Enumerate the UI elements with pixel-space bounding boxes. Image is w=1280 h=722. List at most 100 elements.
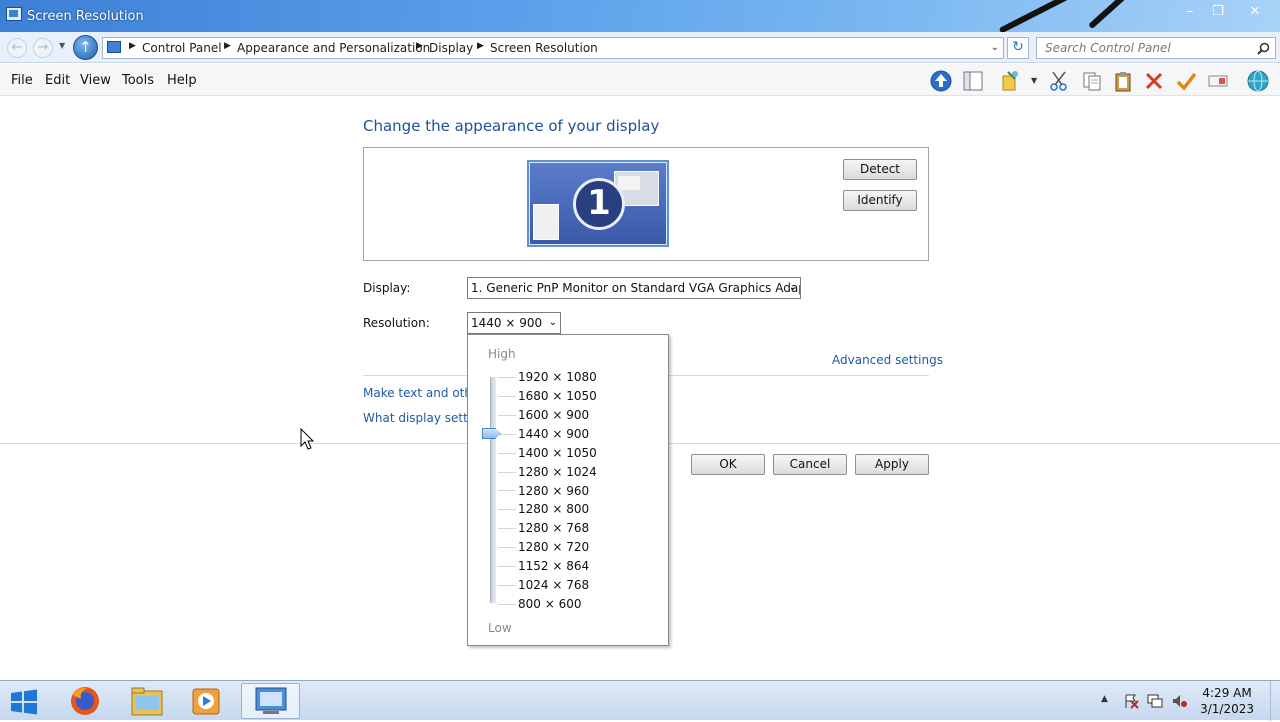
refresh-button[interactable]: ↻ [1007,37,1029,59]
breadcrumb-separator-icon: ▶ [224,41,231,51]
rename-icon[interactable] [1207,70,1229,92]
page-heading: Change the appearance of your display [363,117,660,135]
slider-tick [498,414,516,416]
resolution-select-value: 1440 × 900 [471,316,543,330]
close-button[interactable]: ✕ [1243,3,1267,21]
screen-resolution-app-icon [6,7,22,21]
display-select-value: 1. Generic PnP Monitor on Standard VGA G… [471,281,801,295]
resolution-option[interactable]: 1280 × 720 [518,540,589,554]
resolution-label: Resolution: [363,316,430,330]
slider-tick [498,566,516,567]
address-path-box[interactable]: ▶ Control Panel ▶ Appearance and Persona… [102,37,1004,59]
media-player-icon [192,688,220,715]
resolution-select[interactable]: 1440 × 900 ⌄ [467,312,561,334]
breadcrumb-screen-resolution[interactable]: Screen Resolution [490,41,598,55]
taskbar-media-player[interactable] [179,683,235,719]
copy-icon[interactable] [1081,70,1103,92]
show-desktop-button[interactable] [1270,681,1280,721]
cut-icon[interactable] [1048,70,1070,92]
file-explorer-icon [131,687,163,716]
back-button[interactable]: ← [7,38,27,58]
resolution-option[interactable]: 1680 × 1050 [518,389,597,403]
search-icon[interactable] [1257,42,1270,55]
resolution-low-label: Low [488,621,512,635]
resolution-slider-track[interactable] [490,377,496,603]
window-title: Screen Resolution [27,9,144,24]
mouse-cursor-icon [300,428,315,450]
folders-pane-icon[interactable] [962,70,984,92]
slider-tick [498,603,516,605]
breadcrumb-appearance[interactable]: Appearance and Personalization [237,41,430,55]
wallpaper-streak [998,0,1109,34]
clock-time: 4:29 AM [1202,686,1252,700]
breadcrumb-separator-icon: ▶ [416,41,423,51]
monitor-window-thumbnail [533,204,559,240]
resolution-high-label: High [488,347,516,361]
minimize-button[interactable]: – [1178,3,1202,21]
ok-button[interactable]: OK [691,454,765,475]
menu-edit[interactable]: Edit [45,73,70,88]
resolution-option-selected[interactable]: 1440 × 900 [518,427,589,441]
folder-options-icon[interactable] [1000,70,1022,92]
resolution-option[interactable]: 1152 × 864 [518,559,589,573]
taskbar-control-panel[interactable] [241,683,300,719]
resolution-option[interactable]: 1400 × 1050 [518,446,597,460]
breadcrumb-display[interactable]: Display [429,41,473,55]
volume-muted-icon[interactable] [1171,693,1187,709]
wallpaper-streak [1087,0,1152,30]
globe-icon[interactable] [1247,70,1269,92]
clock-date: 3/1/2023 [1200,702,1254,716]
identify-button[interactable]: Identify [843,190,917,211]
menu-help[interactable]: Help [167,73,197,88]
delete-icon[interactable] [1143,70,1165,92]
menu-tools[interactable]: Tools [122,73,154,88]
slider-tick [498,452,516,454]
up-button[interactable]: ↑ [73,35,98,60]
resolution-option[interactable]: 800 × 600 [518,597,582,611]
up-arrow-icon[interactable] [930,70,952,92]
show-hidden-icons-chevron-icon[interactable]: ▲ [1101,694,1108,704]
control-panel-icon [107,41,121,53]
resolution-dropdown: High 1920 × 1080 1680 × 1050 1600 × 900 … [467,334,669,646]
recent-pages-chevron-icon[interactable]: ▼ [59,41,65,50]
address-dropdown-chevron-icon[interactable]: ⌄ [991,42,999,53]
forward-button[interactable]: → [33,38,53,58]
resolution-option[interactable]: 1024 × 768 [518,578,589,592]
slider-tick [498,377,516,378]
display-label: Display: [363,281,411,295]
resolution-option[interactable]: 1280 × 800 [518,502,589,516]
resolution-slider-thumb[interactable] [482,428,501,439]
detect-button[interactable]: Detect [843,159,917,180]
action-center-flag-icon[interactable] [1123,693,1139,709]
advanced-settings-link[interactable]: Advanced settings [832,353,943,367]
slider-tick [498,528,516,530]
apply-button[interactable]: Apply [855,454,929,475]
paste-icon[interactable] [1112,70,1134,92]
network-icon[interactable] [1147,693,1163,709]
folder-options-chevron-icon[interactable]: ▼ [1031,76,1037,85]
breadcrumb-separator-icon: ▶ [477,41,484,51]
search-input[interactable] [1043,40,1248,56]
start-windows-icon[interactable] [8,688,40,716]
slider-tick [498,547,516,549]
taskbar: ▲ 4:29 AM 3/1/2023 [0,680,1280,721]
monitor-number: 1 [573,178,625,230]
resolution-option[interactable]: 1280 × 768 [518,521,589,535]
resolution-option[interactable]: 1280 × 960 [518,484,589,498]
properties-check-icon[interactable] [1175,70,1197,92]
resolution-option[interactable]: 1600 × 900 [518,408,589,422]
slider-tick [498,471,516,473]
taskbar-file-explorer[interactable] [119,683,175,719]
taskbar-firefox[interactable] [57,683,113,719]
cancel-button[interactable]: Cancel [773,454,847,475]
menu-view[interactable]: View [80,73,111,88]
system-clock[interactable]: 4:29 AM 3/1/2023 [1200,685,1254,717]
chevron-down-icon: ⌄ [548,317,557,328]
breadcrumb-control-panel[interactable]: Control Panel [142,41,222,55]
display-select[interactable]: 1. Generic PnP Monitor on Standard VGA G… [467,277,801,299]
resolution-option[interactable]: 1920 × 1080 [518,370,597,384]
resolution-option[interactable]: 1280 × 1024 [518,465,597,479]
maximize-button[interactable]: ❐ [1206,3,1230,21]
menu-file[interactable]: File [11,73,33,88]
slider-tick [498,395,516,397]
